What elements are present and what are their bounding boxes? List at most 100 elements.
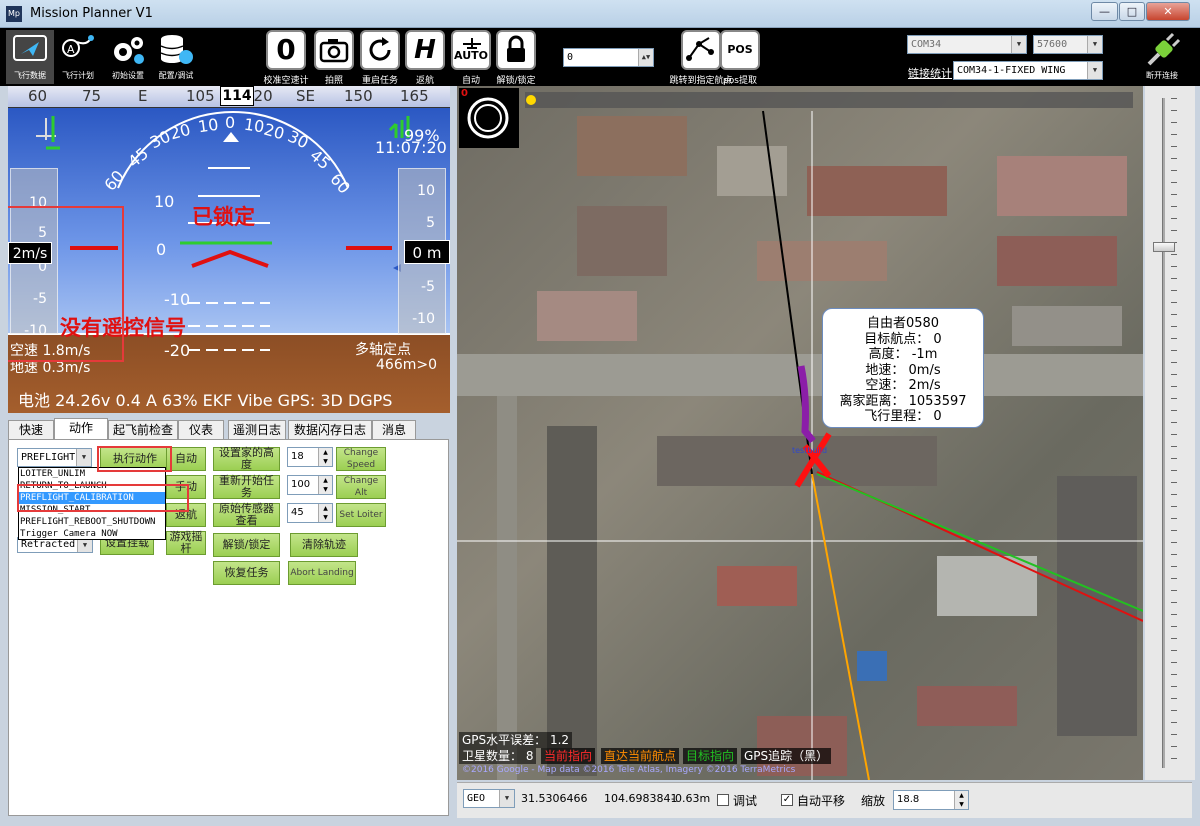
legend-heading: 当前指向 [541, 748, 596, 764]
set-home-alt-button[interactable]: 设置家的高度 [213, 447, 280, 471]
resume-mission-button[interactable]: 恢复任务 [213, 561, 280, 585]
dropdown-option[interactable]: RETURN_TO_LAUNCH [19, 480, 165, 492]
dropdown-option-selected[interactable]: PREFLIGHT_CALIBRATION [19, 492, 165, 504]
pitch-label: -10 [164, 290, 191, 309]
zoom-label: 缩放 [861, 794, 886, 808]
tab-tlogs[interactable]: 遥测日志 [228, 420, 286, 440]
loiter-radius-input[interactable]: 45 ▲ ▼ [287, 503, 333, 523]
disconnect-button[interactable]: 断开连接 [1138, 30, 1186, 84]
tab-preflight[interactable]: 起飞前检查 [108, 420, 178, 440]
legend-target-waypoint: 直达当前航点 [601, 748, 680, 764]
restart-mission-action-button[interactable]: 重新开始任务 [213, 475, 280, 499]
clear-track-button[interactable]: 清除轨迹 [290, 533, 358, 557]
speed-input[interactable]: 18 ▲ ▼ [287, 447, 333, 467]
joystick-button[interactable]: 游戏摇杆 [166, 531, 206, 555]
tool-label: 解锁/锁定 [496, 76, 536, 86]
debug-checkbox[interactable] [717, 794, 729, 806]
popup-line: 地速： 0m/s [865, 362, 941, 378]
zoom-slider[interactable] [1145, 86, 1195, 780]
spinner-arrows-icon[interactable]: ▲▼ [318, 448, 332, 466]
raw-sensor-view-button[interactable]: 原始传感器查看 [213, 503, 280, 527]
database-gear-icon [160, 35, 193, 64]
dropdown-option[interactable]: Trigger Camera NOW [19, 528, 165, 540]
debug-label: 调试 [733, 794, 758, 808]
rtl-button[interactable]: 返航 [166, 503, 206, 527]
minimize-button[interactable]: — [1091, 2, 1118, 21]
tab-quick[interactable]: 快速 [8, 420, 54, 440]
dropdown-option[interactable]: MISSION_START [19, 504, 165, 516]
auto-button[interactable]: 自动 [166, 447, 206, 471]
nav-label: 配置/调试 [158, 71, 194, 80]
speed-tick: 5 [38, 225, 47, 241]
abort-landing-button[interactable]: Abort Landing [288, 561, 356, 585]
popup-line: 空速： 2m/s [865, 378, 941, 393]
heading-tick: SE [296, 87, 315, 105]
manual-button[interactable]: 手动 [166, 475, 206, 499]
autopan-checkbox[interactable]: ✓ [781, 794, 793, 806]
map-view[interactable]: 0 testbuild GPS水平误差： 1.2 卫星数量： 8 当前指向 直达… [457, 86, 1143, 780]
home-h-icon: H [405, 30, 445, 70]
change-speed-button[interactable]: Change Speed [336, 447, 386, 471]
spinner-arrows-icon[interactable]: ▲▼ [318, 504, 332, 522]
speed-readout: 2m/s [8, 242, 52, 264]
action-dropdown-list[interactable]: LOITER_UNLIM RETURN_TO_LAUNCH PREFLIGHT_… [18, 467, 166, 540]
map-altitude: -0.63m [671, 792, 711, 805]
satellite-count: 卫星数量： 8 [459, 748, 537, 764]
coord-format-select[interactable]: GEO ▼ [463, 789, 515, 808]
spinner-arrows-icon[interactable]: ▲▼ [638, 49, 653, 66]
waypoint-number-input[interactable]: 0 ▲▼ [563, 48, 654, 67]
maximize-button[interactable]: □ [1119, 2, 1145, 21]
main-toolbar: 飞行数据 A 飞行计划 初始设置 配置/调试 0 校准空速计 拍照 重启任务 H… [0, 28, 1200, 86]
nav-label: 飞行计划 [62, 71, 94, 80]
heading-tick: 165 [400, 87, 429, 105]
take-photo-button[interactable]: 拍照 [308, 30, 360, 86]
change-alt-button[interactable]: Change Alt [336, 475, 386, 499]
zoom-slider-thumb[interactable] [1153, 242, 1175, 252]
nav-flight-data[interactable]: 飞行数据 [6, 30, 54, 84]
spinner-arrows-icon[interactable]: ▲▼ [318, 476, 332, 494]
heading-tick: E [138, 87, 148, 105]
tab-gauges[interactable]: 仪表 [178, 420, 224, 440]
popup-line: 高度： -1m [868, 347, 938, 362]
close-button[interactable]: ✕ [1146, 2, 1190, 21]
nav-label: 断开连接 [1146, 71, 1178, 80]
popup-line: 目标航点： 0 [864, 331, 942, 347]
action-select[interactable]: PREFLIGHT ▼ [17, 448, 92, 467]
tab-messages[interactable]: 消息 [372, 420, 416, 440]
arm-disarm-button[interactable]: 解锁/锁定 [490, 30, 542, 86]
plug-icon [1147, 32, 1181, 66]
zoom-level-input[interactable]: 18.8 ▲ ▼ [893, 790, 969, 810]
set-loiter-button[interactable]: Set Loiter [336, 503, 386, 527]
home-distance: 466m>0 [376, 357, 437, 373]
speed-tick: -10 [24, 323, 47, 339]
chevron-down-icon: ▼ [1087, 36, 1102, 53]
dropdown-option[interactable]: LOITER_UNLIM [19, 468, 165, 480]
pos-extract-button[interactable]: POS pos提取 [714, 30, 766, 86]
spinner-arrows-icon[interactable]: ▲▼ [954, 791, 968, 809]
pitch-label: -20 [164, 341, 191, 360]
nav-initial-setup[interactable]: 初始设置 [104, 30, 152, 84]
dropdown-option[interactable]: PREFLIGHT_REBOOT_SHUTDOWN [19, 516, 165, 528]
status-bar: 电池 24.26v 0.4 A 63% EKF Vibe GPS: 3D DGP… [18, 391, 393, 410]
tab-dataflash[interactable]: 数据闪存日志 [288, 420, 372, 440]
link-select[interactable]: COM34-1-FIXED WING ▼ [953, 61, 1103, 80]
current-heading: 114 [220, 86, 254, 106]
altitude-input[interactable]: 100 ▲ ▼ [287, 475, 333, 495]
nav-flight-plan[interactable]: A 飞行计划 [54, 30, 102, 84]
calibrate-airspeed-button[interactable]: 0 校准空速计 [260, 30, 312, 86]
popup-line: 离家距离： 1053597 [839, 393, 967, 409]
baud-rate-select[interactable]: 57600 ▼ [1033, 35, 1103, 54]
altitude-readout: 0 m [404, 240, 450, 264]
tab-actions[interactable]: 动作 [54, 418, 108, 440]
altitude-tick: -5 [421, 279, 435, 295]
com-port-select[interactable]: COM34 ▼ [907, 35, 1027, 54]
altitude-tick: -10 [412, 311, 435, 327]
hud-panel: 60 75 E 105 120 SE 150 165 114 60 45 30 … [8, 86, 450, 413]
chevron-down-icon: ▼ [77, 538, 92, 552]
tool-label: 校准空速计 [263, 76, 309, 86]
link-stats-link[interactable]: 链接统计 [908, 65, 952, 81]
nav-config-tuning[interactable]: 配置/调试 [152, 30, 200, 84]
return-home-button[interactable]: H 返航 [399, 30, 451, 86]
arm-disarm-action-button[interactable]: 解锁/锁定 [213, 533, 280, 557]
popup-line: 飞行里程： 0 [864, 409, 942, 424]
